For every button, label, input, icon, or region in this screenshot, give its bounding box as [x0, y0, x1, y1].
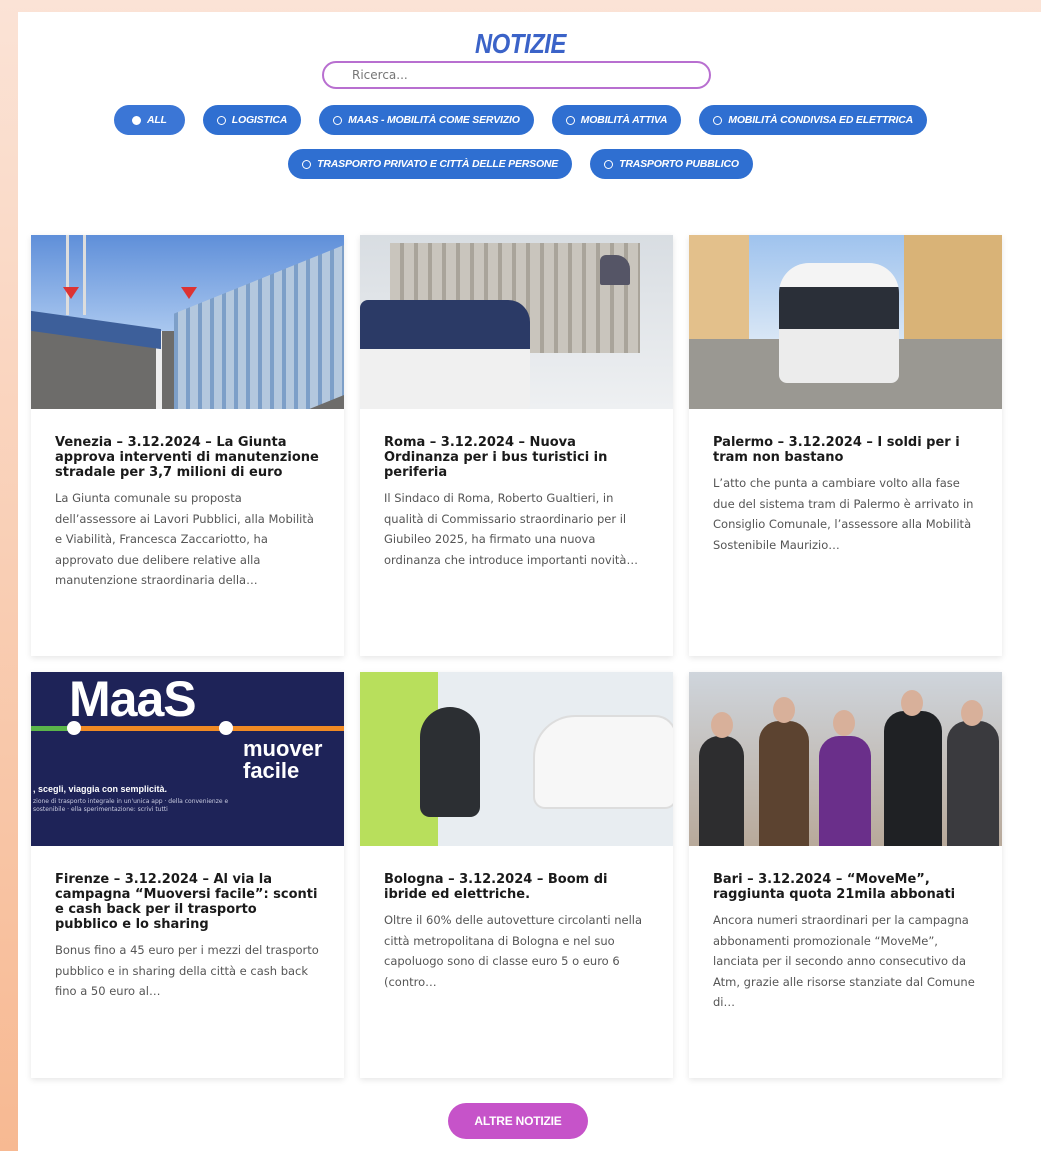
image-head — [773, 697, 795, 723]
news-card[interactable]: Roma – 3.12.2024 – Nuova Ordinanza per i… — [360, 235, 673, 656]
image-pole — [66, 235, 69, 315]
card-body: Roma – 3.12.2024 – Nuova Ordinanza per i… — [360, 409, 673, 570]
news-excerpt: Oltre il 60% delle autovetture circolant… — [384, 913, 643, 989]
image-people-scene — [689, 672, 1002, 846]
news-title[interactable]: Firenze – 3.12.2024 – Al via la campagna… — [55, 872, 320, 932]
image-person — [884, 711, 942, 846]
card-body: Venezia – 3.12.2024 – La Giunta approva … — [31, 409, 344, 591]
image-bus — [360, 300, 530, 409]
radio-empty-icon — [333, 115, 343, 125]
image-head — [711, 712, 733, 738]
news-card[interactable]: Venezia – 3.12.2024 – La Giunta approva … — [31, 235, 344, 656]
image-building — [904, 235, 1002, 345]
filter-chip-all[interactable]: ALL — [113, 105, 185, 135]
news-title[interactable]: Bari – 3.12.2024 – “MoveMe”, raggiunta q… — [713, 872, 978, 902]
filter-row-2: TRASPORTO PRIVATO E CITTÀ DELLE PERSONE … — [80, 149, 961, 179]
image-pole — [83, 235, 86, 315]
banner-word: facile — [243, 758, 300, 783]
image-head — [961, 700, 983, 726]
news-excerpt: La Giunta comunale su proposta dell’asse… — [55, 491, 314, 587]
image-person — [699, 736, 744, 846]
image-car — [535, 717, 673, 807]
news-title[interactable]: Venezia – 3.12.2024 – La Giunta approva … — [55, 435, 320, 480]
news-excerpt: Il Sindaco di Roma, Roberto Gualtieri, i… — [384, 491, 638, 567]
news-excerpt: Bonus fino a 45 euro per i mezzi del tra… — [55, 943, 319, 998]
image-statue — [600, 255, 630, 285]
news-card[interactable]: Bari – 3.12.2024 – “MoveMe”, raggiunta q… — [689, 672, 1002, 1078]
news-image-ev[interactable] — [360, 672, 673, 846]
banner-fineprint: zione di trasporto integrale in un'unica… — [33, 798, 229, 813]
news-image-bus[interactable] — [360, 235, 673, 409]
banner-word: muover — [243, 736, 323, 761]
filter-label: MAAS - MOBILITÀ COME SERVIZIO — [348, 114, 520, 126]
filter-chip-mobilita-attiva[interactable]: MOBILITÀ ATTIVA — [551, 105, 682, 135]
filter-chip-mobilita-condivisa[interactable]: MOBILITÀ CONDIVISA ED ELETTRICA — [699, 105, 928, 135]
page-title: NOTIZIE — [475, 28, 566, 59]
card-body: Firenze – 3.12.2024 – Al via la campagna… — [31, 846, 344, 1002]
charging-plug-icon — [420, 707, 480, 817]
image-building — [689, 235, 749, 345]
news-excerpt: Ancora numeri straordinari per la campag… — [713, 913, 975, 1009]
image-tram — [779, 263, 899, 383]
image-person — [759, 721, 809, 846]
banner-headline: muover facile — [243, 738, 322, 782]
news-image-maas[interactable]: MaaS muover facile , scegli, viaggia con … — [31, 672, 344, 846]
news-card[interactable]: Bologna – 3.12.2024 – Boom di ibride ed … — [360, 672, 673, 1078]
filter-label: MOBILITÀ CONDIVISA ED ELETTRICA — [728, 114, 914, 126]
search-input[interactable] — [322, 61, 711, 89]
yield-sign-icon — [181, 287, 197, 299]
card-body: Palermo – 3.12.2024 – I soldi per i tram… — [689, 409, 1002, 555]
filter-label: TRASPORTO PRIVATO E CITTÀ DELLE PERSONE — [317, 158, 559, 170]
card-body: Bari – 3.12.2024 – “MoveMe”, raggiunta q… — [689, 846, 1002, 1013]
news-excerpt: L’atto che punta a cambiare volto alla f… — [713, 476, 974, 552]
news-card[interactable]: Palermo – 3.12.2024 – I soldi per i tram… — [689, 235, 1002, 656]
radio-empty-icon — [565, 115, 575, 125]
news-image-celebration[interactable] — [689, 672, 1002, 846]
category-filters: ALL LOGISTICA MAAS - MOBILITÀ COME SERVI… — [0, 105, 1041, 179]
image-person — [819, 736, 871, 846]
filter-label: ALL — [146, 114, 167, 126]
filter-label: MOBILITÀ ATTIVA — [580, 114, 668, 126]
filter-chip-trasporto-pubblico[interactable]: TRASPORTO PUBBLICO — [590, 149, 753, 179]
radio-empty-icon — [302, 159, 312, 169]
radio-empty-icon — [216, 115, 226, 125]
filter-chip-maas[interactable]: MAAS - MOBILITÀ COME SERVIZIO — [319, 105, 534, 135]
news-title[interactable]: Bologna – 3.12.2024 – Boom di ibride ed … — [384, 872, 649, 902]
banner-logo-text: MaaS — [69, 672, 197, 727]
news-image-tram[interactable] — [689, 235, 1002, 409]
news-title[interactable]: Roma – 3.12.2024 – Nuova Ordinanza per i… — [384, 435, 649, 480]
filter-chip-logistica[interactable]: LOGISTICA — [202, 105, 302, 135]
news-title[interactable]: Palermo – 3.12.2024 – I soldi per i tram… — [713, 435, 978, 465]
news-grid: Venezia – 3.12.2024 – La Giunta approva … — [31, 235, 1002, 1078]
image-head — [833, 710, 855, 736]
radio-empty-icon — [604, 159, 614, 169]
news-image-bridge[interactable] — [31, 235, 344, 409]
banner-tagline: , scegli, viaggia con semplicità. — [33, 784, 168, 794]
filter-label: TRASPORTO PUBBLICO — [619, 158, 739, 170]
image-person — [947, 721, 999, 846]
yield-sign-icon — [63, 287, 79, 299]
more-news-button[interactable]: ALTRE NOTIZIE — [448, 1103, 588, 1139]
banner-node — [219, 721, 233, 735]
radio-selected-icon — [131, 115, 141, 125]
image-head — [901, 690, 923, 716]
radio-empty-icon — [713, 115, 723, 125]
news-card[interactable]: MaaS muover facile , scegli, viaggia con … — [31, 672, 344, 1078]
filter-chip-trasporto-privato[interactable]: TRASPORTO PRIVATO E CITTÀ DELLE PERSONE — [288, 149, 573, 179]
filter-row-1: ALL LOGISTICA MAAS - MOBILITÀ COME SERVI… — [80, 105, 961, 135]
maas-banner: MaaS muover facile , scegli, viaggia con … — [31, 672, 344, 846]
filter-label: LOGISTICA — [231, 114, 288, 126]
card-body: Bologna – 3.12.2024 – Boom di ibride ed … — [360, 846, 673, 992]
image-ev-scene — [360, 672, 673, 846]
